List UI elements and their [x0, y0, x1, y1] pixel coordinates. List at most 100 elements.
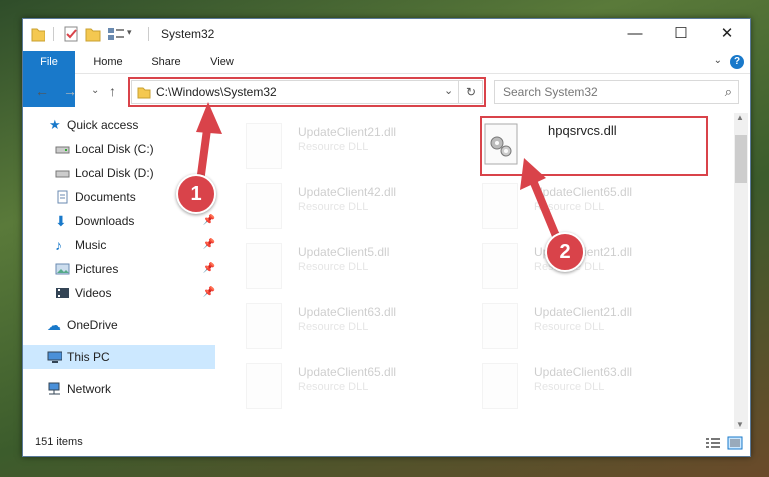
- ribbon-tabs: File Home Share View ⌄ ?: [23, 51, 750, 107]
- file-name: UpdateClient63.dll: [534, 365, 633, 379]
- file-name: UpdateClient5.dll: [298, 245, 390, 259]
- file-type: Resource DLL: [298, 201, 369, 213]
- sidebar-item-this-pc[interactable]: This PC: [23, 345, 215, 369]
- file-item[interactable]: UpdateClient21.dll Resource DLL: [482, 299, 702, 355]
- scroll-up-icon[interactable]: ▲: [736, 113, 744, 122]
- new-folder-icon[interactable]: [85, 25, 101, 43]
- folder-icon[interactable]: [31, 25, 45, 43]
- sidebar-item-videos[interactable]: Videos 📌: [23, 281, 215, 305]
- divider: [53, 27, 54, 41]
- view-options-icon[interactable]: [107, 25, 125, 43]
- minimize-button[interactable]: —: [612, 19, 658, 49]
- tab-share[interactable]: Share: [141, 51, 191, 73]
- scroll-thumb[interactable]: [735, 135, 747, 183]
- sidebar-item-local-disk-c[interactable]: Local Disk (C:): [23, 137, 215, 161]
- back-arrow-icon[interactable]: ←: [35, 83, 49, 99]
- window-title: System32: [161, 27, 215, 41]
- step-2-badge: 2: [545, 232, 585, 272]
- network-icon: [48, 382, 60, 395]
- sidebar-item-label: OneDrive: [67, 318, 118, 332]
- file-type: Resource DLL: [534, 321, 605, 333]
- file-name: UpdateClient21.dll: [298, 125, 397, 139]
- sidebar-item-downloads[interactable]: ⬇ Downloads 📌: [23, 209, 215, 233]
- pin-icon[interactable]: 📌: [203, 209, 215, 233]
- close-button[interactable]: ✕: [704, 19, 750, 49]
- sidebar-item-label: Network: [67, 382, 112, 396]
- pictures-icon: [55, 263, 70, 275]
- file-explorer-window: ▾ System32 — ☐ ✕ File Home Share View ⌄ …: [22, 18, 751, 457]
- sidebar-item-pictures[interactable]: Pictures 📌: [23, 257, 215, 281]
- file-item[interactable]: UpdateClient65.dll Resource DLL: [482, 179, 702, 235]
- file-type: Resource DLL: [298, 141, 369, 153]
- file-type: Resource DLL: [534, 381, 605, 393]
- file-type: Resource DLL: [298, 261, 369, 273]
- help-button[interactable]: ?: [730, 55, 744, 69]
- dll-file-icon: [482, 363, 518, 409]
- cloud-icon: ☁: [47, 317, 61, 333]
- file-highlight-box: [480, 116, 708, 176]
- dll-file-icon: [246, 243, 282, 289]
- tab-home[interactable]: Home: [81, 51, 135, 73]
- dll-file-icon: [482, 183, 518, 229]
- pin-icon[interactable]: 📌: [203, 257, 215, 281]
- file-item[interactable]: UpdateClient63.dll Resource DLL: [246, 299, 466, 355]
- star-icon: ★: [49, 117, 61, 132]
- file-type: Resource DLL: [534, 201, 605, 213]
- status-bar: 151 items: [23, 431, 750, 455]
- sidebar-item-label: Downloads: [75, 214, 135, 228]
- sidebar-item-label: Videos: [75, 286, 112, 300]
- documents-icon: [57, 190, 68, 204]
- file-item[interactable]: UpdateClient42.dll Resource DLL: [246, 179, 466, 235]
- download-icon: ⬇: [55, 213, 67, 229]
- file-item[interactable]: UpdateClient21.dll Resource DLL: [246, 119, 466, 175]
- forward-arrow-icon[interactable]: →: [63, 83, 77, 99]
- file-name: UpdateClient65.dll: [298, 365, 397, 379]
- sidebar-item-label: Quick access: [67, 118, 139, 132]
- address-highlight-box: [128, 77, 486, 107]
- file-name: UpdateClient65.dll: [534, 185, 633, 199]
- item-count: 151 items: [35, 436, 83, 448]
- file-item[interactable]: UpdateClient63.dll Resource DLL: [482, 359, 702, 415]
- sidebar-item-label: This PC: [67, 350, 110, 364]
- drive-icon: [55, 170, 70, 178]
- file-name: UpdateClient42.dll: [298, 185, 397, 199]
- dll-file-icon: [246, 123, 282, 169]
- file-type: Resource DLL: [298, 381, 369, 393]
- divider: [148, 27, 149, 41]
- customize-quick-access-icon[interactable]: ▾: [127, 27, 132, 45]
- search-icon[interactable]: ⌕: [725, 84, 732, 100]
- sidebar-item-label: Local Disk (C:): [75, 142, 154, 156]
- sidebar-item-quick-access[interactable]: ★ Quick access: [23, 113, 215, 137]
- properties-icon[interactable]: [63, 25, 79, 43]
- music-icon: ♪: [55, 237, 62, 253]
- search-input[interactable]: Search System32: [503, 85, 598, 99]
- step-1-badge: 1: [176, 174, 216, 214]
- pin-icon[interactable]: 📌: [203, 233, 215, 257]
- vertical-scrollbar[interactable]: ▲ ▼: [734, 113, 748, 429]
- file-item[interactable]: UpdateClient21.dll Resource DLL: [482, 239, 702, 295]
- sidebar-item-network[interactable]: Network: [23, 377, 215, 401]
- recent-locations-icon[interactable]: ⌄: [91, 85, 99, 96]
- pin-icon[interactable]: 📌: [203, 281, 215, 305]
- drive-icon: [55, 146, 70, 154]
- sidebar-item-label: Local Disk (D:): [75, 166, 154, 180]
- sidebar-item-label: Documents: [75, 190, 136, 204]
- dll-file-icon: [482, 243, 518, 289]
- videos-icon: [56, 288, 69, 298]
- sidebar-item-onedrive[interactable]: ☁ OneDrive: [23, 313, 215, 337]
- maximize-button[interactable]: ☐: [658, 19, 704, 49]
- sidebar-item-music[interactable]: ♪ Music 📌: [23, 233, 215, 257]
- file-name: UpdateClient63.dll: [298, 305, 397, 319]
- tab-view[interactable]: View: [199, 51, 245, 73]
- navigation-pane: ★ Quick access Local Disk (C:) Local Dis…: [23, 113, 219, 429]
- dll-file-icon: [482, 303, 518, 349]
- large-icons-view-icon[interactable]: [727, 436, 743, 450]
- sidebar-item-label: Music: [75, 238, 107, 252]
- details-view-icon[interactable]: [705, 436, 721, 450]
- scroll-down-icon[interactable]: ▼: [736, 420, 744, 429]
- file-item[interactable]: UpdateClient65.dll Resource DLL: [246, 359, 466, 415]
- file-item[interactable]: UpdateClient5.dll Resource DLL: [246, 239, 466, 295]
- expand-ribbon-icon[interactable]: ⌄: [714, 55, 722, 66]
- search-box[interactable]: Search System32 ⌕: [494, 80, 739, 104]
- up-arrow-icon[interactable]: ↑: [109, 83, 116, 99]
